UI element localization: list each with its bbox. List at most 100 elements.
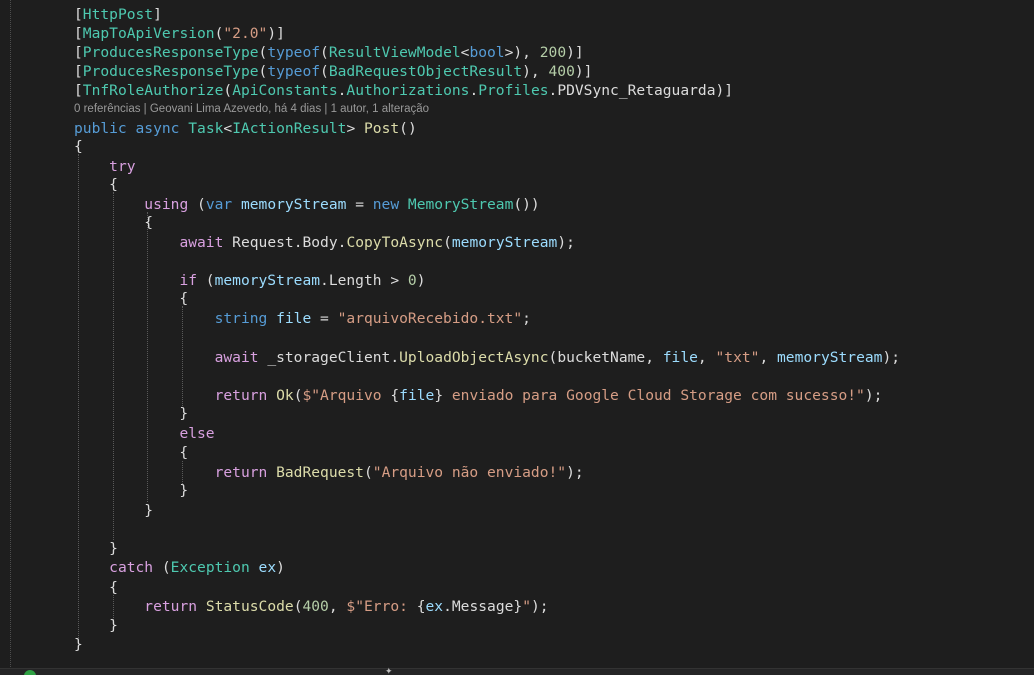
code-token: );: [531, 598, 549, 615]
code-line[interactable]: string file = "arquivoRecebido.txt";: [74, 309, 531, 328]
code-token: Task: [188, 120, 224, 137]
code-token: ]: [153, 6, 162, 23]
code-token: ()): [513, 196, 540, 213]
code-token: await: [214, 349, 259, 366]
code-line[interactable]: }: [74, 481, 188, 500]
code-token: [: [74, 82, 83, 99]
code-line[interactable]: try: [74, 157, 135, 176]
code-token: }: [513, 598, 523, 615]
code-token: Message: [451, 598, 514, 615]
code-token: TnfRoleAuthorize: [82, 82, 224, 99]
code-token: public: [74, 120, 127, 137]
code-token: BadRequestObjectResult: [328, 63, 523, 80]
code-token: =: [311, 310, 338, 327]
code-token: )]: [715, 82, 734, 99]
code-token: [: [74, 44, 83, 61]
code-line[interactable]: if (memoryStream.Length > 0): [74, 271, 425, 290]
code-token: )]: [566, 44, 584, 61]
code-editor[interactable]: 0 referências | Geovani Lima Azevedo, há…: [0, 0, 1034, 675]
code-line[interactable]: }: [74, 404, 188, 423]
code-token: memoryStream: [777, 349, 883, 366]
code-token: .: [443, 598, 452, 615]
code-line[interactable]: {: [74, 443, 188, 462]
code-token: =: [346, 196, 373, 213]
code-line[interactable]: [MapToApiVersion("2.0")]: [74, 24, 285, 43]
code-token: ex: [258, 559, 277, 576]
codelens-references[interactable]: 0 referências | Geovani Lima Azevedo, há…: [74, 101, 429, 117]
code-token: }: [74, 482, 189, 499]
code-token: {: [74, 444, 189, 461]
code-token: $"Erro:: [346, 598, 417, 615]
code-token: UploadObjectAsync: [399, 349, 549, 366]
code-token: catch: [109, 559, 154, 576]
code-line[interactable]: return Ok($"Arquivo {file} enviado para …: [74, 386, 883, 405]
code-token: (: [258, 63, 268, 80]
code-line[interactable]: {: [74, 213, 153, 232]
code-line[interactable]: }: [74, 635, 83, 654]
code-line[interactable]: }: [74, 501, 153, 520]
code-token: {: [74, 290, 189, 307]
code-token: typeof: [267, 63, 321, 80]
code-token: ): [276, 559, 285, 576]
code-token: await: [179, 234, 224, 251]
code-line[interactable]: [TnfRoleAuthorize(ApiConstants.Authoriza…: [74, 81, 733, 100]
editor-margin-guide: [10, 0, 11, 675]
code-token: .: [548, 82, 558, 99]
code-line[interactable]: else: [74, 424, 214, 443]
code-token: file: [276, 310, 312, 327]
code-token: .: [390, 349, 400, 366]
code-line[interactable]: [ProducesResponseType(typeof(ResultViewM…: [74, 43, 584, 62]
code-token: }: [74, 502, 154, 519]
code-token: }: [74, 617, 118, 634]
code-token: (: [320, 63, 329, 80]
code-token: return: [214, 464, 268, 481]
code-line[interactable]: [HttpPost]: [74, 5, 162, 24]
code-line[interactable]: await Request.Body.CopyToAsync(memoryStr…: [74, 233, 574, 252]
code-token: HttpPost: [82, 6, 154, 23]
code-token: PDVSync_Retaguarda: [557, 82, 716, 99]
code-token: );: [864, 387, 883, 404]
code-token: Length: [328, 272, 382, 289]
code-token: }: [74, 405, 189, 422]
code-line[interactable]: {: [74, 137, 83, 156]
code-line[interactable]: await _storageClient.UploadObjectAsync(b…: [74, 348, 900, 367]
code-token: ,: [645, 349, 663, 366]
code-token: CopyToAsync: [346, 234, 444, 251]
code-line[interactable]: return BadRequest("Arquivo não enviado!"…: [74, 463, 584, 482]
code-line[interactable]: public async Task<IActionResult> Post(): [74, 119, 417, 138]
code-token: Body: [302, 234, 338, 251]
code-line[interactable]: {: [74, 578, 118, 597]
code-token: 0: [407, 272, 417, 289]
code-token: Request: [232, 234, 294, 251]
code-line[interactable]: return StatusCode(400, $"Erro: {ex.Messa…: [74, 597, 549, 616]
code-line[interactable]: }: [74, 616, 118, 635]
code-token: ),: [522, 63, 549, 80]
code-token: (: [188, 196, 206, 213]
code-token: (: [320, 44, 329, 61]
code-token: ProducesResponseType: [82, 44, 259, 61]
code-token: MemoryStream: [407, 196, 514, 213]
code-line[interactable]: catch (Exception ex): [74, 558, 285, 577]
code-token: ;: [522, 310, 531, 327]
code-line[interactable]: using (var memoryStream = new MemoryStre…: [74, 195, 540, 214]
code-line[interactable]: }: [74, 539, 118, 558]
code-token: .: [469, 82, 479, 99]
code-token: using: [144, 196, 189, 213]
code-line[interactable]: [ProducesResponseType(typeof(BadRequestO…: [74, 62, 592, 81]
code-token: .: [320, 272, 329, 289]
code-token: {: [74, 214, 154, 231]
code-token: [: [74, 25, 83, 42]
code-token: <: [223, 120, 233, 137]
code-line[interactable]: {: [74, 289, 188, 308]
code-token: ": [522, 598, 531, 615]
code-line[interactable]: {: [74, 175, 118, 194]
